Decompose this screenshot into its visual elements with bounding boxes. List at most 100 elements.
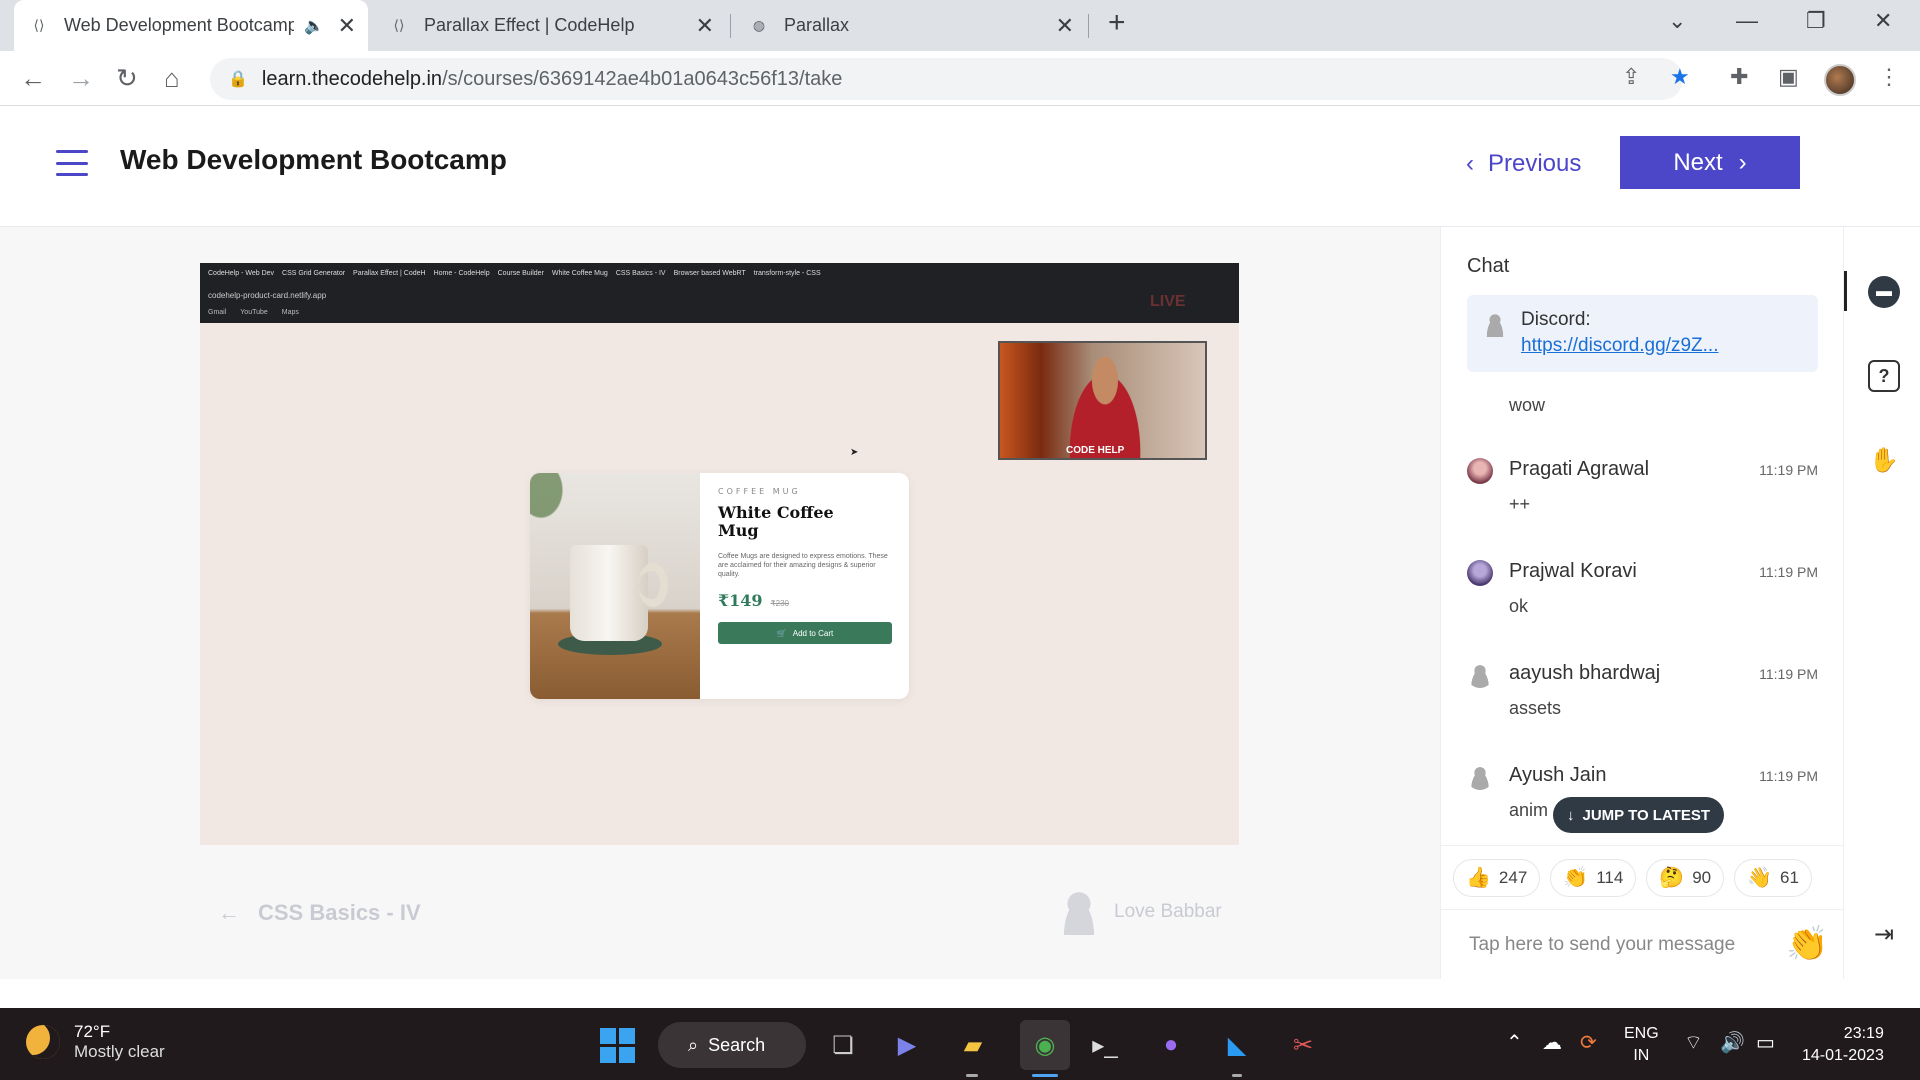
price-old: ₹230	[770, 599, 789, 608]
previous-lesson-link[interactable]: ← CSS Basics - IV	[218, 900, 421, 926]
instructor-info: Love Babbar	[1058, 889, 1222, 935]
video-tab: Home - CodeHelp	[433, 270, 490, 277]
chat-text: assets	[1509, 698, 1562, 718]
bookmark-star-icon[interactable]: ★	[1670, 64, 1690, 90]
forward-arrow-icon[interactable]: →	[68, 63, 94, 94]
tab-web-development-bootcamp[interactable]: ⟨⟩ Web Development Bootcamp 🔈 ✕	[14, 0, 368, 51]
side-rail: ▬ ? ✋ ⇥	[1843, 227, 1920, 979]
back-arrow-icon[interactable]: ←	[20, 63, 46, 94]
new-tab-icon[interactable]: +	[1108, 6, 1126, 40]
github-desktop-icon[interactable]: ●	[1152, 1026, 1190, 1064]
clap-reaction-icon[interactable]: 👏	[1786, 924, 1828, 964]
tab-parallax[interactable]: ◍ Parallax ✕	[734, 0, 1086, 51]
video-tab: CSS Grid Generator	[282, 270, 346, 277]
reaction-clap[interactable]: 👏 114	[1550, 858, 1637, 897]
onedrive-cloud-icon[interactable]: ☁	[1542, 1030, 1562, 1055]
next-label: Next	[1673, 148, 1723, 176]
terminal-icon[interactable]: ▸_	[1086, 1026, 1124, 1064]
close-window-icon[interactable]: ✕	[1874, 8, 1892, 34]
tab-title: Parallax	[784, 15, 850, 35]
mug-shape	[570, 545, 648, 641]
battery-icon[interactable]: ▭	[1756, 1030, 1775, 1055]
lesson-main: CodeHelp - Web Dev CSS Grid Generator Pa…	[0, 227, 1440, 979]
thumbs-up-icon: 👍	[1466, 867, 1491, 889]
close-tab-icon[interactable]: ✕	[338, 13, 356, 39]
extensions-puzzle-icon[interactable]: ✚	[1730, 64, 1748, 90]
wifi-icon[interactable]: ⌔	[1684, 1030, 1703, 1055]
reaction-thinking[interactable]: 🤔 90	[1646, 858, 1725, 897]
windows-start-icon[interactable]	[598, 1026, 636, 1064]
sync-icon[interactable]: ⟳	[1580, 1030, 1597, 1055]
mouse-cursor-icon: ➤	[850, 447, 859, 458]
chrome-icon[interactable]: ◉	[1020, 1020, 1070, 1070]
teams-chat-icon[interactable]: ▶	[888, 1026, 926, 1064]
message-input-placeholder[interactable]: Tap here to send your message	[1469, 934, 1735, 956]
video-player[interactable]: CodeHelp - Web Dev CSS Grid Generator Pa…	[200, 263, 1239, 845]
clock-date: 14-01-2023	[1802, 1047, 1884, 1064]
chat-author: Prajwal Koravi	[1509, 560, 1637, 582]
product-image	[530, 473, 700, 699]
tab-separator	[730, 14, 731, 38]
tab-separator	[1088, 14, 1089, 38]
home-icon[interactable]: ⌂	[164, 63, 180, 94]
raise-hand-icon[interactable]: ✋	[1868, 444, 1900, 476]
user-avatar-icon	[1483, 311, 1507, 337]
reaction-wave[interactable]: 👋 61	[1734, 858, 1812, 897]
reaction-bar: 👍 247 👏 114 🤔 90 👋 61	[1441, 845, 1844, 909]
system-clock[interactable]: 23:19 14-01-2023	[1802, 1023, 1884, 1067]
hamburger-menu-icon[interactable]	[56, 150, 88, 176]
share-icon[interactable]: ⇪	[1622, 64, 1640, 90]
vscode-icon[interactable]: ◣	[1218, 1026, 1256, 1064]
side-panel-icon[interactable]: ▣	[1778, 64, 1799, 90]
reaction-thumbs-up[interactable]: 👍 247	[1453, 858, 1541, 897]
video-tab: Course Builder	[497, 270, 544, 277]
previous-button[interactable]: ‹ Previous	[1466, 150, 1581, 178]
weather-widget[interactable]: 72°F Mostly clear	[26, 1022, 165, 1062]
jump-to-latest-button[interactable]: ↓ JUMP TO LATEST	[1553, 797, 1725, 833]
chevron-up-icon[interactable]: ⌃	[1506, 1030, 1523, 1055]
menu-kebab-icon[interactable]: ⋮	[1878, 64, 1900, 90]
volume-icon[interactable]: 🔊	[1720, 1030, 1745, 1055]
chat-text: ok	[1509, 596, 1529, 616]
speaker-icon[interactable]: 🔈	[304, 16, 324, 36]
lock-icon[interactable]: 🔒	[228, 69, 248, 89]
previous-label: Previous	[1488, 150, 1582, 177]
exit-icon[interactable]: ⇥	[1868, 918, 1900, 950]
search-icon: ⌕	[688, 1034, 699, 1055]
address-bar[interactable]: 🔒 learn.thecodehelp.in /s/courses/636914…	[210, 58, 1683, 100]
tab-parallax-effect-codehelp[interactable]: ⟨⟩ Parallax Effect | CodeHelp ✕	[374, 0, 726, 51]
video-bookmarks: Gmail YouTube Maps	[208, 309, 299, 316]
language-indicator[interactable]: ENG IN	[1624, 1023, 1659, 1067]
chat-author: Ayush Jain	[1509, 764, 1607, 786]
product-category: COFFEE MUG	[718, 487, 801, 496]
chat-composer[interactable]: Tap here to send your message 👏	[1441, 909, 1844, 979]
chat-bubble-icon[interactable]: ▬	[1868, 276, 1900, 308]
discord-link[interactable]: https://discord.gg/z9Z...	[1521, 335, 1718, 357]
question-icon[interactable]: ?	[1868, 360, 1900, 392]
running-indicator	[1232, 1074, 1242, 1077]
minimize-icon[interactable]: —	[1736, 8, 1758, 34]
pinned-label: Discord:	[1521, 309, 1591, 330]
video-tab: CodeHelp - Web Dev	[208, 270, 275, 277]
taskbar-search[interactable]: ⌕ Search	[658, 1022, 806, 1068]
profile-avatar[interactable]	[1824, 64, 1856, 96]
product-description: Coffee Mugs are designed to express emot…	[718, 553, 888, 578]
tab-search-chevron-icon[interactable]: ⌄	[1668, 8, 1686, 34]
close-tab-icon[interactable]: ✕	[1056, 13, 1074, 39]
file-explorer-icon[interactable]: ▰	[954, 1026, 992, 1064]
video-tab: transform-style - CSS	[753, 270, 821, 277]
user-avatar-icon	[1467, 764, 1493, 790]
add-to-cart-button: 🛒 Add to Cart	[718, 622, 892, 644]
next-button[interactable]: Next ›	[1620, 136, 1800, 189]
task-view-icon[interactable]: ❏	[824, 1026, 862, 1064]
price-current: ₹149	[718, 591, 763, 610]
product-details: COFFEE MUG White Coffee Mug Coffee Mugs …	[718, 487, 893, 644]
mug-handle-shape	[638, 563, 668, 607]
globe-icon: ◍	[752, 17, 766, 33]
reload-icon[interactable]: ↻	[116, 63, 138, 94]
snipping-tool-icon[interactable]: ✂	[1284, 1026, 1322, 1064]
course-header: Web Development Bootcamp ‹ Previous Next…	[0, 106, 1920, 227]
close-tab-icon[interactable]: ✕	[696, 13, 714, 39]
active-indicator	[1844, 271, 1847, 311]
restore-icon[interactable]: ❐	[1806, 8, 1826, 34]
